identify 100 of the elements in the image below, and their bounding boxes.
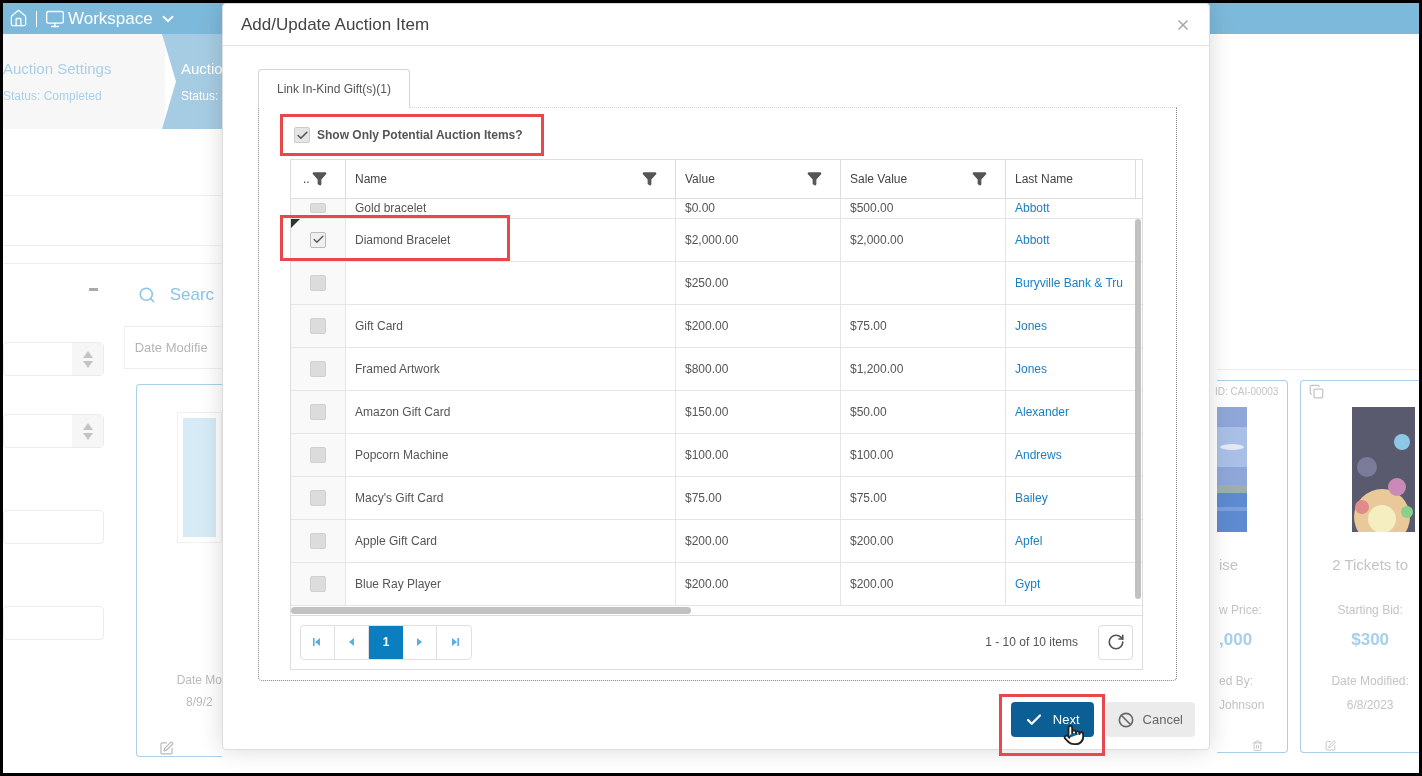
trash-icon[interactable] bbox=[1250, 740, 1265, 752]
step-title: Auction Settings bbox=[3, 59, 113, 79]
column-header[interactable]: Sale Value bbox=[841, 159, 1006, 198]
tab[interactable]: Link In-Kind Gift(s)(1) bbox=[258, 69, 411, 108]
name-link[interactable]: Jones bbox=[1015, 316, 1048, 335]
dialog-title: Add/Update Auction Item bbox=[241, 13, 430, 36]
grid-row[interactable]: Apple Gift Card $200.00 $200.00 Apfel bbox=[291, 519, 1142, 563]
detail-value: 6/8/2023 bbox=[1346, 697, 1394, 715]
monitor-icon bbox=[45, 8, 65, 29]
name-link[interactable]: Apfel bbox=[1015, 531, 1043, 550]
name-link[interactable]: Buryville Bank & Tru bbox=[1015, 273, 1124, 292]
cancel-button[interactable]: Cancel bbox=[1105, 702, 1195, 737]
row-checkbox[interactable] bbox=[310, 231, 326, 248]
table-cell-text: $75.00 bbox=[850, 489, 887, 507]
filter-icon[interactable] bbox=[807, 171, 822, 186]
pager-summary: 1 - 10 of 10 items bbox=[985, 634, 1078, 651]
grid-row[interactable]: Gift Card $200.00 $75.00 Jones bbox=[291, 304, 1142, 348]
table-cell-text: $500.00 bbox=[850, 200, 894, 217]
spinner-buttons[interactable] bbox=[72, 415, 103, 447]
collapse-icon[interactable] bbox=[88, 288, 98, 291]
grid-row[interactable]: Amazon Gift Card $150.00 $50.00 Alexander bbox=[291, 390, 1142, 434]
refresh-button[interactable] bbox=[1098, 624, 1133, 660]
grid-row[interactable]: $250.00 Buryville Bank & Tru bbox=[291, 261, 1142, 305]
ban-icon bbox=[1117, 711, 1134, 728]
table-cell-text: $200.00 bbox=[685, 575, 729, 593]
column-header[interactable]: Name bbox=[346, 159, 676, 198]
grid-row[interactable]: Popcorn Machine $100.00 $100.00 Andrews bbox=[291, 433, 1142, 477]
row-checkbox[interactable] bbox=[310, 446, 326, 463]
table-cell-text: $250.00 bbox=[685, 274, 729, 292]
table-cell-text: Gift Card bbox=[355, 317, 403, 335]
detail-label: ed By: bbox=[1219, 673, 1254, 691]
name-link[interactable]: Andrews bbox=[1015, 445, 1062, 464]
table-cell-text: $200.00 bbox=[685, 317, 729, 335]
table-cell-text: $2,000.00 bbox=[850, 231, 904, 249]
table-cell-text: $200.00 bbox=[850, 532, 894, 550]
row-checkbox[interactable] bbox=[310, 203, 326, 213]
item-title: ise bbox=[1219, 555, 1239, 576]
name-link[interactable]: Alexander bbox=[1015, 402, 1070, 421]
item-title: 2 Tickets to bbox=[1332, 555, 1409, 576]
detail-value: Johnson bbox=[1219, 697, 1265, 715]
column-header[interactable]: .. bbox=[291, 159, 346, 198]
filter-checkbox[interactable]: Show Only Potential Auction Items? bbox=[290, 122, 523, 148]
table-cell-text: Blue Ray Player bbox=[355, 575, 442, 593]
name-link[interactable]: Jones bbox=[1015, 359, 1048, 378]
column-header[interactable]: Last Name bbox=[1006, 159, 1136, 198]
table-cell-text: $75.00 bbox=[685, 489, 722, 507]
number-field[interactable] bbox=[3, 414, 104, 448]
search-icon bbox=[137, 286, 156, 304]
table-cell-text: $0.00 bbox=[685, 200, 716, 217]
row-checkbox[interactable] bbox=[310, 274, 326, 291]
filter-icon[interactable] bbox=[312, 171, 327, 186]
filter-icon[interactable] bbox=[642, 171, 657, 186]
edit-icon[interactable] bbox=[158, 741, 174, 756]
grid-row[interactable]: Diamond Bracelet $2,000.00 $2,000.00 Abbott bbox=[291, 218, 1142, 262]
checkbox[interactable] bbox=[294, 127, 310, 143]
vertical-scrollbar[interactable] bbox=[1135, 218, 1141, 599]
next-button[interactable]: Next bbox=[1010, 702, 1094, 737]
name-link[interactable]: Bailey bbox=[1015, 488, 1048, 507]
grid-row[interactable]: Blue Ray Player $200.00 $200.00 Gypt bbox=[291, 562, 1142, 606]
table-cell-text: Apple Gift Card bbox=[355, 532, 438, 550]
text-field[interactable] bbox=[3, 510, 104, 544]
price-label: w Price: bbox=[1219, 602, 1262, 619]
name-link[interactable]: Abbott bbox=[1015, 230, 1050, 249]
edit-icon[interactable] bbox=[1323, 740, 1339, 752]
grid-row[interactable]: Gold bracelet $0.00 $500.00 Abbott bbox=[291, 198, 1142, 219]
copy-icon[interactable] bbox=[1309, 384, 1325, 400]
table-cell-text: Amazon Gift Card bbox=[355, 403, 451, 421]
table-cell-text: $100.00 bbox=[850, 446, 894, 464]
horizontal-scrollbar[interactable] bbox=[291, 606, 691, 614]
table-cell-text: Macy's Gift Card bbox=[355, 489, 444, 507]
spinner-buttons[interactable] bbox=[72, 343, 103, 375]
row-checkbox[interactable] bbox=[310, 317, 326, 334]
text-field[interactable] bbox=[3, 606, 104, 640]
column-header[interactable]: Value bbox=[676, 159, 841, 198]
row-checkbox[interactable] bbox=[310, 575, 326, 592]
table-cell-text: Gold bracelet bbox=[355, 200, 427, 217]
table-cell-text: $800.00 bbox=[685, 360, 729, 378]
name-link[interactable]: Abbott bbox=[1015, 199, 1050, 217]
row-checkbox[interactable] bbox=[310, 532, 326, 549]
date-value: 8/9/2 bbox=[185, 694, 213, 712]
grid-row[interactable]: Framed Artwork $800.00 $1,200.00 Jones bbox=[291, 347, 1142, 391]
table-cell-text: $75.00 bbox=[850, 317, 887, 335]
number-field[interactable] bbox=[3, 342, 104, 376]
hand-cursor-icon bbox=[1062, 724, 1085, 746]
row-checkbox[interactable] bbox=[310, 360, 326, 377]
row-checkbox[interactable] bbox=[310, 489, 326, 506]
table-cell-text: $2,000.00 bbox=[685, 231, 739, 249]
step-title: Auctio bbox=[181, 59, 222, 79]
table-cell-text: Diamond Bracelet bbox=[355, 231, 451, 249]
page-button[interactable]: 1 bbox=[369, 625, 403, 659]
table-cell-text: Framed Artwork bbox=[355, 360, 440, 378]
table-cell-text: $150.00 bbox=[685, 403, 729, 421]
name-link[interactable]: Gypt bbox=[1015, 574, 1041, 593]
date-label: Date Mo bbox=[176, 672, 222, 690]
row-checkbox[interactable] bbox=[310, 403, 326, 420]
filter-icon[interactable] bbox=[972, 171, 987, 186]
table-cell-text: $100.00 bbox=[685, 446, 729, 464]
home-icon[interactable] bbox=[9, 9, 28, 28]
price-value: $300 bbox=[1351, 629, 1390, 651]
grid-row[interactable]: Macy's Gift Card $75.00 $75.00 Bailey bbox=[291, 476, 1142, 520]
